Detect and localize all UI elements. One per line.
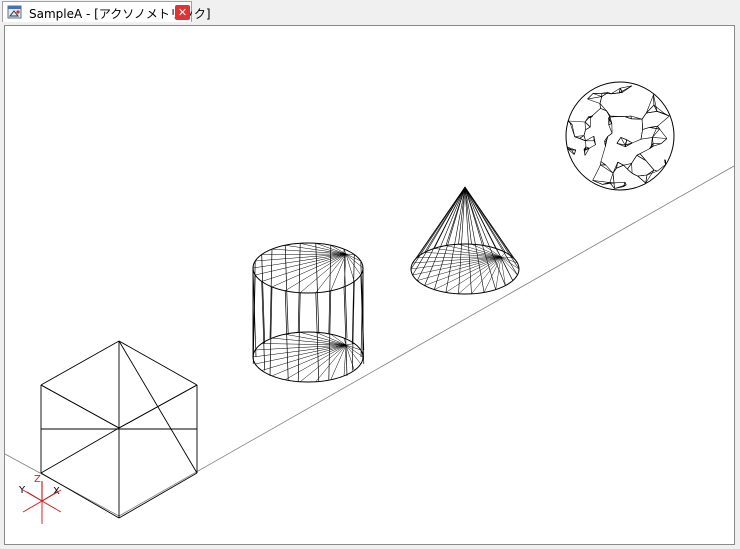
model-canvas[interactable]: Y Z X (4, 25, 735, 545)
axonometric-scene[interactable]: Y Z X (5, 26, 734, 544)
cone-wireframe[interactable] (410, 186, 520, 295)
document-tab-bar: SampleA - [アクソノメトリック] ✕ (0, 0, 740, 22)
ucs-z-label: Z (34, 474, 41, 485)
document-tab[interactable]: SampleA - [アクソノメトリック] ✕ (2, 1, 211, 22)
cube-wireframe[interactable] (40, 340, 198, 519)
ground-line (5, 165, 734, 517)
close-tab-icon[interactable]: ✕ (175, 5, 190, 20)
drawing-viewport: Y Z X (0, 22, 740, 549)
cad-document-icon (7, 5, 22, 19)
ucs-axis-icon: Y Z X (18, 474, 62, 524)
sphere-wireframe[interactable] (565, 81, 675, 191)
cylinder-wireframe[interactable] (252, 242, 365, 383)
